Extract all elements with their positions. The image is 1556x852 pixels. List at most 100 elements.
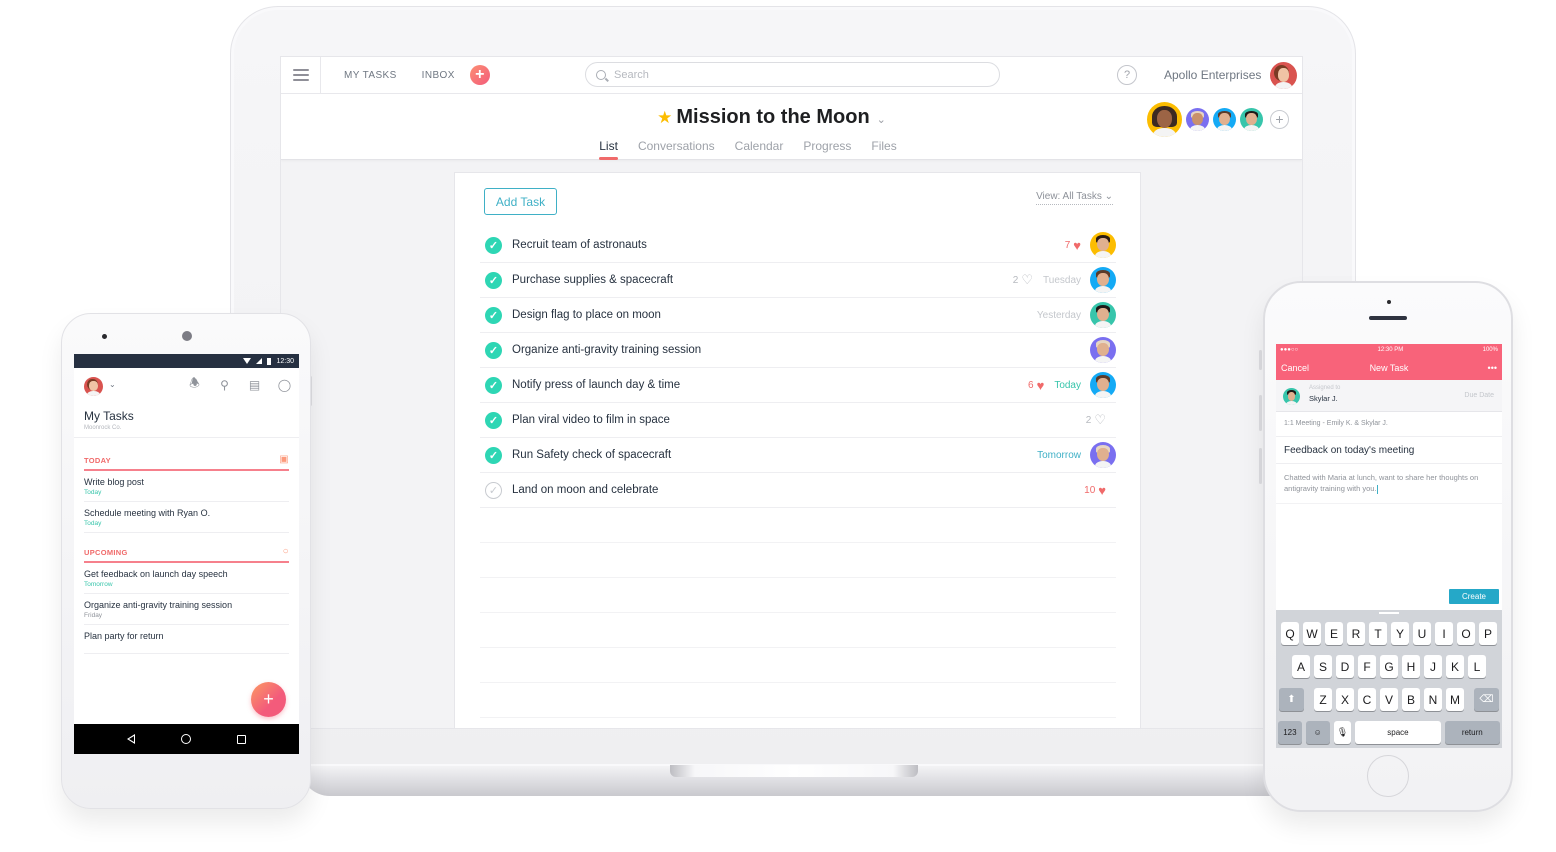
- task-name[interactable]: Purchase supplies & spacecraft: [512, 274, 673, 286]
- key-f[interactable]: F: [1358, 655, 1376, 678]
- key-c[interactable]: C: [1358, 688, 1376, 711]
- circle-icon[interactable]: ○: [283, 546, 289, 557]
- empty-task-row[interactable]: [480, 578, 1116, 613]
- task-row[interactable]: ✓ Run Safety check of spacecraft Tomorrow: [480, 438, 1116, 473]
- add-task-button[interactable]: Add Task: [484, 188, 557, 215]
- member-avatar[interactable]: [1147, 102, 1182, 137]
- empty-task-row[interactable]: [480, 543, 1116, 578]
- checkmark-complete-icon[interactable]: ✓: [485, 306, 502, 324]
- star-icon[interactable]: ★: [657, 108, 672, 128]
- more-icon[interactable]: •••: [1488, 363, 1497, 373]
- due-date[interactable]: Tomorrow: [1037, 450, 1081, 461]
- tab-conversations[interactable]: Conversations: [638, 139, 715, 159]
- shift-key[interactable]: ⬆: [1279, 688, 1304, 711]
- user-avatar[interactable]: [1270, 62, 1297, 89]
- key-q[interactable]: Q: [1281, 622, 1299, 645]
- nav-inbox[interactable]: INBOX: [422, 70, 455, 81]
- tab-files[interactable]: Files: [871, 139, 896, 159]
- key-s[interactable]: S: [1314, 655, 1332, 678]
- like-button[interactable]: 2 ♡: [1086, 412, 1106, 428]
- due-date[interactable]: Tuesday: [1043, 275, 1081, 286]
- like-button[interactable]: 6 ♥: [1028, 378, 1044, 393]
- key-y[interactable]: Y: [1391, 622, 1409, 645]
- assignee-avatar[interactable]: [1090, 372, 1116, 398]
- checkmark-complete-icon[interactable]: ✓: [485, 271, 502, 289]
- key-x[interactable]: X: [1336, 688, 1354, 711]
- task-list-item[interactable]: Get feedback on launch day speech Tomorro…: [84, 563, 289, 594]
- cancel-button[interactable]: Cancel: [1281, 363, 1309, 373]
- key-z[interactable]: Z: [1314, 688, 1332, 711]
- key-b[interactable]: B: [1402, 688, 1420, 711]
- checkmark-complete-icon[interactable]: ✓: [485, 376, 502, 394]
- key-o[interactable]: O: [1457, 622, 1475, 645]
- key-w[interactable]: W: [1303, 622, 1321, 645]
- checkmark-complete-icon[interactable]: ✓: [485, 341, 502, 359]
- tab-calendar[interactable]: Calendar: [735, 139, 784, 159]
- tab-progress[interactable]: Progress: [803, 139, 851, 159]
- view-filter-dropdown[interactable]: View: All Tasks ⌄: [1036, 191, 1113, 205]
- assignee-avatar[interactable]: [1090, 337, 1116, 363]
- key-v[interactable]: V: [1380, 688, 1398, 711]
- add-member-button[interactable]: +: [1270, 110, 1289, 129]
- project-field[interactable]: 1:1 Meeting - Emily K. & Skylar J.: [1276, 412, 1502, 437]
- task-name[interactable]: Land on moon and celebrate: [512, 484, 658, 496]
- key-l[interactable]: L: [1468, 655, 1486, 678]
- task-row[interactable]: ✓ Design flag to place on moon Yesterday: [480, 298, 1116, 333]
- user-avatar[interactable]: [84, 377, 103, 396]
- key-p[interactable]: P: [1479, 622, 1497, 645]
- key-a[interactable]: A: [1292, 655, 1310, 678]
- key-h[interactable]: H: [1402, 655, 1420, 678]
- chevron-down-icon[interactable]: ⌄: [109, 380, 116, 389]
- chat-icon[interactable]: ◯: [278, 378, 291, 392]
- description-field[interactable]: Chatted with Maria at lunch, want to sha…: [1276, 464, 1502, 504]
- task-list-item[interactable]: Write blog post Today: [84, 471, 289, 502]
- member-avatar[interactable]: [1240, 108, 1263, 131]
- assignee-field[interactable]: Assigned to Skylar J. Due Date: [1276, 380, 1502, 412]
- task-list-item[interactable]: Schedule meeting with Ryan O. Today: [84, 502, 289, 533]
- assignee-avatar[interactable]: [1090, 232, 1116, 258]
- task-row[interactable]: ✓ Plan viral video to film in space 2 ♡: [480, 403, 1116, 438]
- task-row[interactable]: ✓ Purchase supplies & spacecraft 2 ♡ Tuesday: [480, 263, 1116, 298]
- home-icon[interactable]: [181, 734, 191, 744]
- assignee-avatar[interactable]: [1090, 442, 1116, 468]
- tab-list[interactable]: List: [599, 139, 618, 160]
- key-i[interactable]: I: [1435, 622, 1453, 645]
- empty-task-row[interactable]: [480, 718, 1116, 728]
- quick-add-button[interactable]: +: [469, 65, 490, 85]
- bell-icon[interactable]: 🕭: [188, 376, 201, 391]
- empty-task-row[interactable]: [480, 648, 1116, 683]
- empty-task-row[interactable]: [480, 508, 1116, 543]
- assignee-avatar[interactable]: [1090, 302, 1116, 328]
- key-r[interactable]: R: [1347, 622, 1365, 645]
- member-avatar[interactable]: [1213, 108, 1236, 131]
- microphone-key[interactable]: 🎙: [1333, 721, 1352, 744]
- due-date[interactable]: Today: [1054, 380, 1081, 391]
- due-date-field[interactable]: Due Date: [1464, 392, 1494, 399]
- task-name[interactable]: Run Safety check of spacecraft: [512, 449, 671, 461]
- task-name[interactable]: Plan viral video to film in space: [512, 414, 670, 426]
- task-row[interactable]: ✓ Notify press of launch day & time 6 ♥ Toda…: [480, 368, 1116, 403]
- like-button[interactable]: 2 ♡: [1013, 272, 1033, 288]
- calendar-icon[interactable]: ▣: [279, 454, 289, 465]
- due-date[interactable]: Yesterday: [1037, 310, 1081, 321]
- task-row[interactable]: ✓ Recruit team of astronauts 7 ♥: [480, 228, 1116, 263]
- task-name[interactable]: Recruit team of astronauts: [512, 239, 647, 251]
- assignee-avatar[interactable]: [1090, 267, 1116, 293]
- search-input[interactable]: [614, 68, 974, 81]
- key-m[interactable]: M: [1446, 688, 1464, 711]
- task-name[interactable]: Notify press of launch day & time: [512, 379, 680, 391]
- nav-my-tasks[interactable]: MY TASKS: [344, 70, 397, 81]
- recent-apps-icon[interactable]: [237, 734, 246, 744]
- checkmark-complete-icon[interactable]: ✓: [485, 446, 502, 464]
- add-task-fab[interactable]: +: [251, 682, 286, 717]
- checkmark-complete-icon[interactable]: ✓: [485, 411, 502, 429]
- back-icon[interactable]: [127, 734, 135, 744]
- task-row[interactable]: ✓ Land on moon and celebrate 10 ♥: [480, 473, 1116, 508]
- organization-name[interactable]: Apollo Enterprises: [1164, 68, 1261, 82]
- task-list-item[interactable]: Organize anti-gravity training session Fr…: [84, 594, 289, 625]
- search-icon[interactable]: ⚲: [218, 378, 231, 392]
- like-button[interactable]: 10 ♥: [1084, 483, 1106, 498]
- create-button[interactable]: Create: [1449, 589, 1499, 604]
- key-k[interactable]: K: [1446, 655, 1464, 678]
- task-list-item[interactable]: Plan party for return: [84, 625, 289, 654]
